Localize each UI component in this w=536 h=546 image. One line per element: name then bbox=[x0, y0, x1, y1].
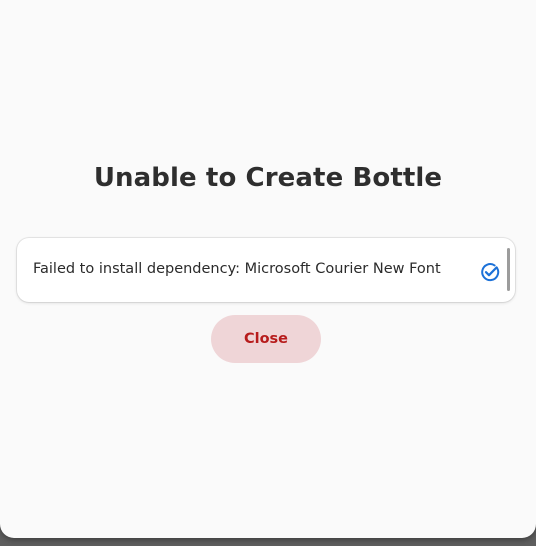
dependency-error-row: Failed to install dependency: Microsoft … bbox=[17, 238, 515, 302]
error-message: Failed to install dependency: Microsoft … bbox=[33, 261, 441, 277]
close-button[interactable]: Close bbox=[211, 315, 321, 363]
dialog-title: Unable to Create Bottle bbox=[93, 163, 443, 193]
error-dialog: Unable to Create Bottle Failed to instal… bbox=[0, 0, 536, 538]
scrollbar-thumb[interactable] bbox=[507, 248, 510, 291]
check-circle-icon bbox=[480, 262, 500, 282]
